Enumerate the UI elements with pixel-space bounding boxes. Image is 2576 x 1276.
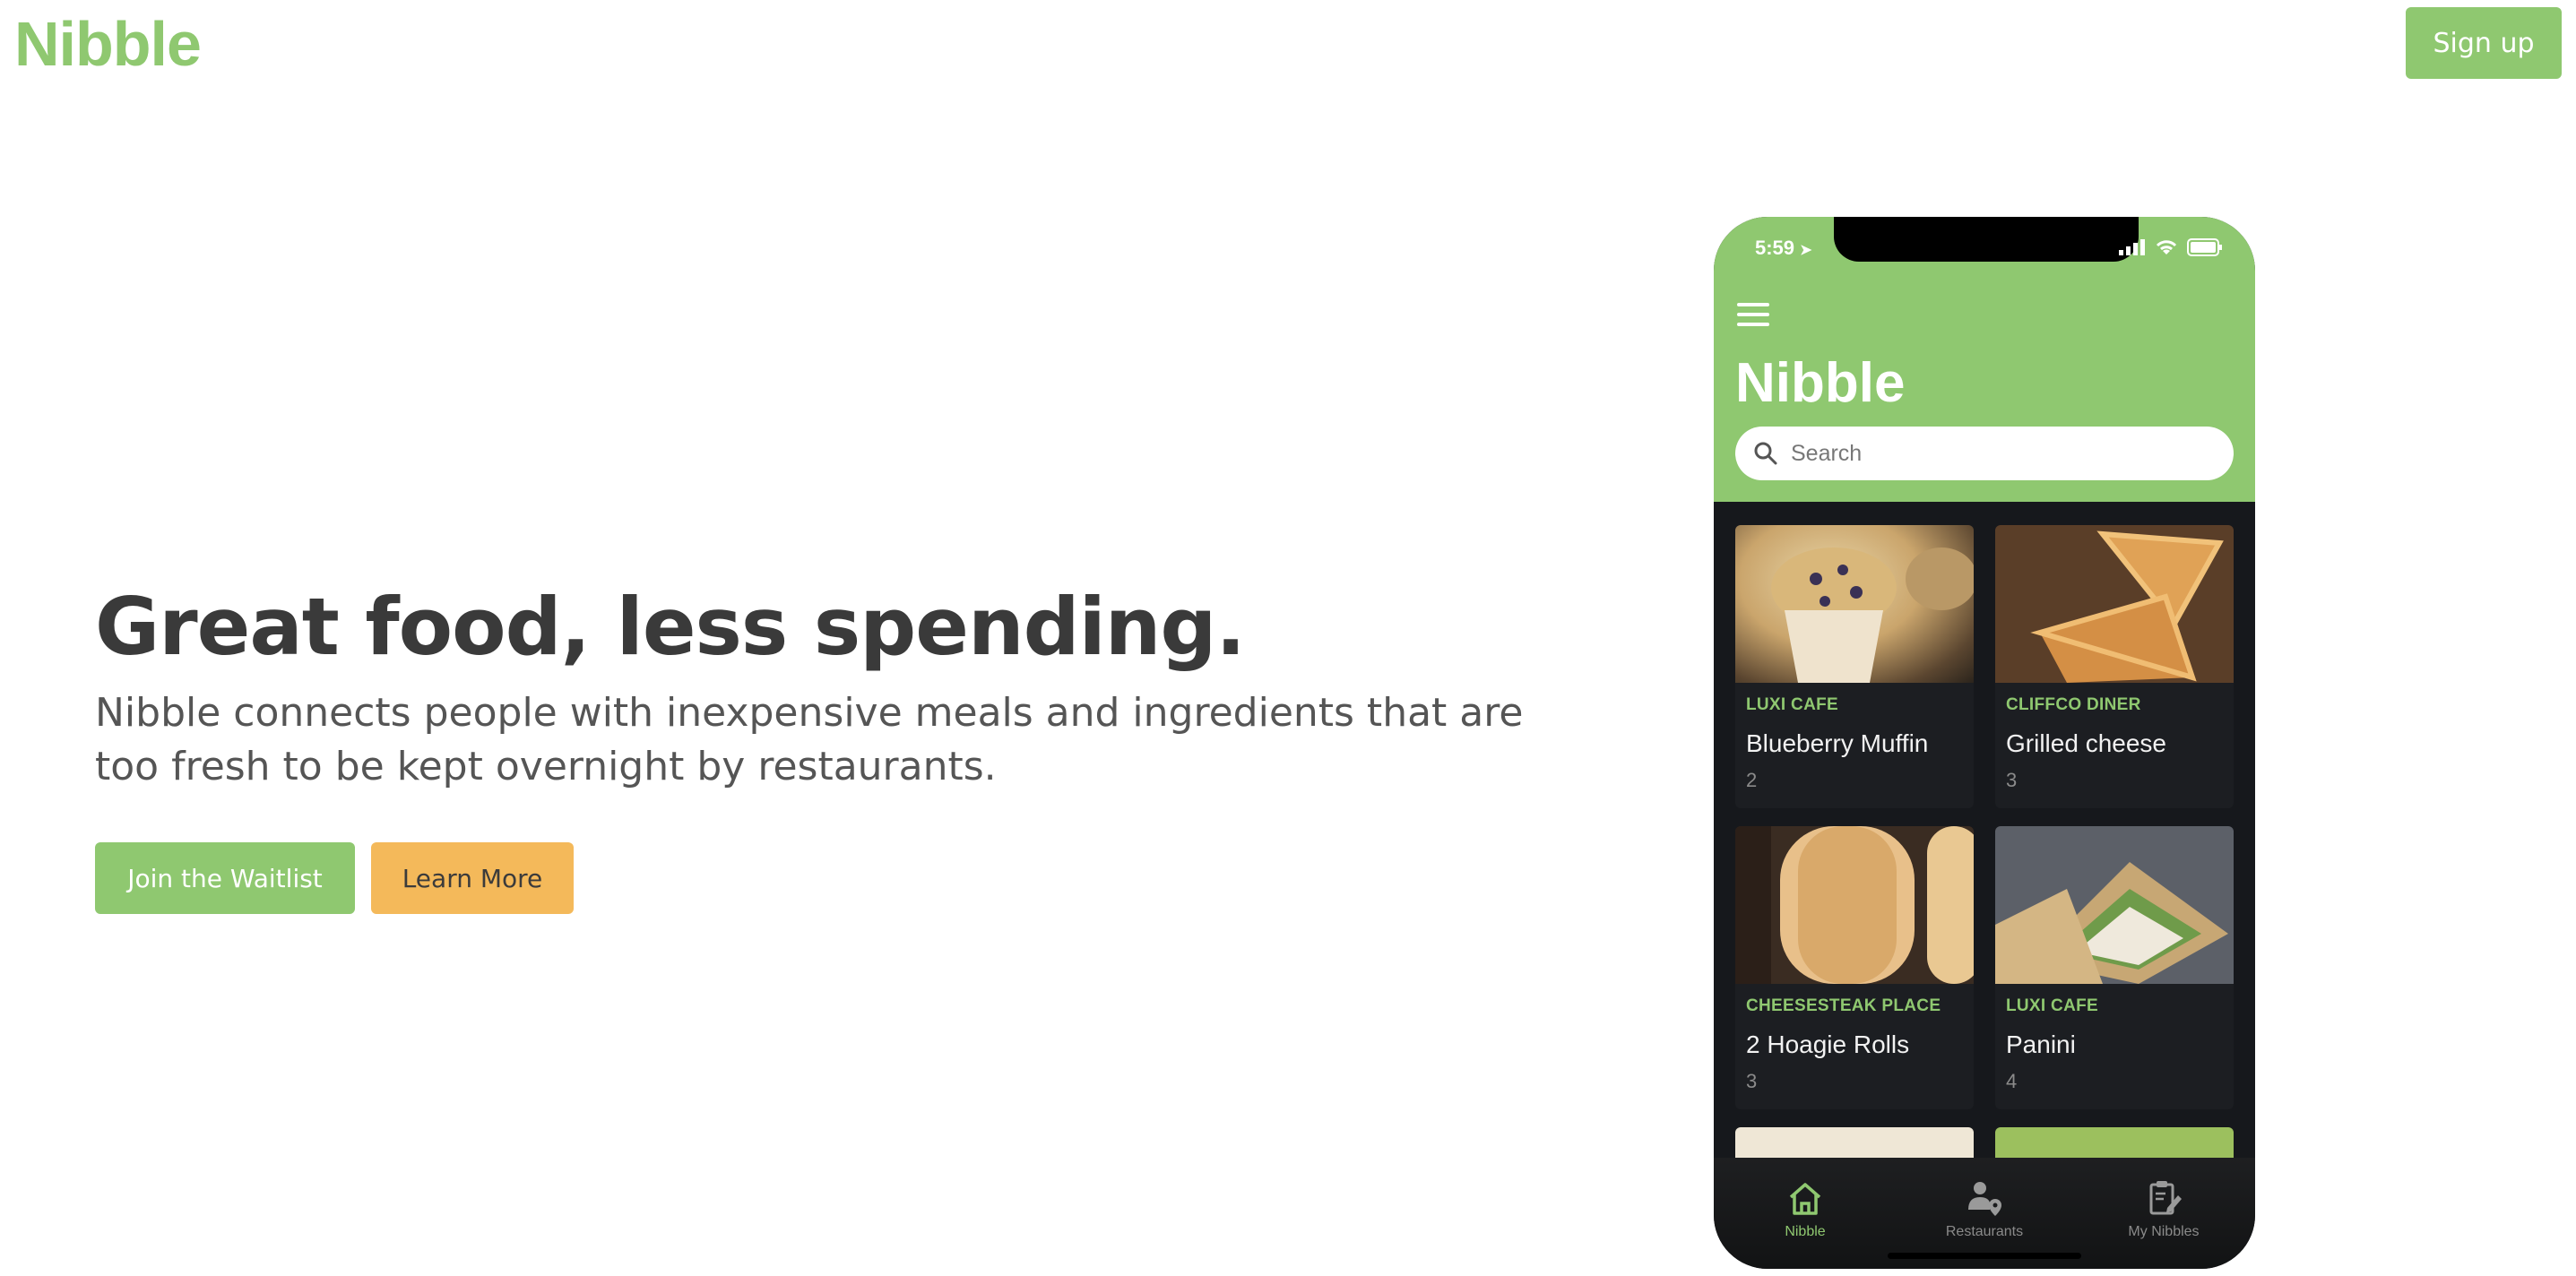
- restaurant-name: LUXI CAFE: [1746, 695, 1838, 714]
- wifi-icon: [2156, 240, 2177, 254]
- site-logo[interactable]: Nibble: [14, 4, 202, 84]
- tab-label: My Nibbles: [2128, 1224, 2200, 1239]
- tab-nibble[interactable]: Nibble: [1742, 1179, 1868, 1240]
- food-card[interactable]: LUXI CAFE Blueberry Muffin 2: [1735, 525, 1974, 808]
- item-quantity: 3: [2006, 769, 2018, 791]
- item-name: Panini: [2006, 1030, 2076, 1058]
- phone-notch: [1834, 217, 2139, 262]
- hero-section: Great food, less spending. Nibble connec…: [95, 573, 1547, 794]
- item-quantity: 2: [1746, 769, 1758, 791]
- person-location-icon: [1968, 1182, 2001, 1216]
- tab-my-nibbles[interactable]: My Nibbles: [2101, 1179, 2226, 1240]
- search-input[interactable]: [1789, 439, 2223, 468]
- location-arrow-icon: ➤: [1800, 243, 1812, 258]
- status-time-text: 5:59: [1755, 237, 1795, 259]
- food-card[interactable]: LUXI CAFE Panini 4: [1995, 826, 2234, 1109]
- join-waitlist-button[interactable]: Join the Waitlist: [95, 842, 355, 914]
- restaurant-name: LUXI CAFE: [2006, 996, 2098, 1015]
- hero-description: Nibble connects people with inexpensive …: [95, 690, 1524, 789]
- tab-label: Restaurants: [1945, 1224, 2024, 1239]
- item-quantity: 4: [2006, 1070, 2018, 1092]
- phone-mockup: 5:59 ➤ Nibble Search LUXI CAFE Blueberry…: [1714, 217, 2255, 1269]
- menu-icon[interactable]: [1737, 303, 1769, 330]
- home-indicator: [1888, 1253, 2081, 1259]
- tab-restaurants[interactable]: Restaurants: [1922, 1179, 2047, 1240]
- cta-row: Join the Waitlist Learn More: [95, 842, 574, 914]
- battery-icon: [2187, 238, 2222, 256]
- restaurant-name: CLIFFCO DINER: [2006, 695, 2141, 714]
- search-icon: [1754, 442, 1777, 465]
- home-icon: [1789, 1183, 1821, 1215]
- signup-button[interactable]: Sign up: [2406, 7, 2562, 79]
- search-bar[interactable]: [1735, 427, 2234, 480]
- hero-headline: Great food, less spending.: [95, 581, 1246, 673]
- status-time: 5:59 ➤: [1755, 237, 1812, 260]
- item-name: 2 Hoagie Rolls: [1746, 1030, 1910, 1058]
- muffin-image: [1735, 525, 1974, 683]
- app-title: Nibble: [1735, 352, 1906, 414]
- item-name: Grilled cheese: [2006, 729, 2166, 757]
- learn-more-button[interactable]: Learn More: [371, 842, 574, 914]
- item-quantity: 3: [1746, 1070, 1758, 1092]
- item-name: Blueberry Muffin: [1746, 729, 1929, 757]
- clipboard-edit-icon: [2149, 1181, 2182, 1215]
- panini-image: [1995, 826, 2234, 984]
- signal-icon: [2119, 239, 2145, 255]
- tab-label: Nibble: [1785, 1224, 1826, 1239]
- hoagie-rolls-image: [1735, 826, 1974, 984]
- food-card[interactable]: CLIFFCO DINER Grilled cheese 3: [1995, 525, 2234, 808]
- status-icons: [2119, 238, 2223, 256]
- food-card[interactable]: CHEESESTEAK PLACE 2 Hoagie Rolls 3: [1735, 826, 1974, 1109]
- grilled-cheese-image: [1995, 525, 2234, 683]
- restaurant-name: CHEESESTEAK PLACE: [1746, 996, 1941, 1015]
